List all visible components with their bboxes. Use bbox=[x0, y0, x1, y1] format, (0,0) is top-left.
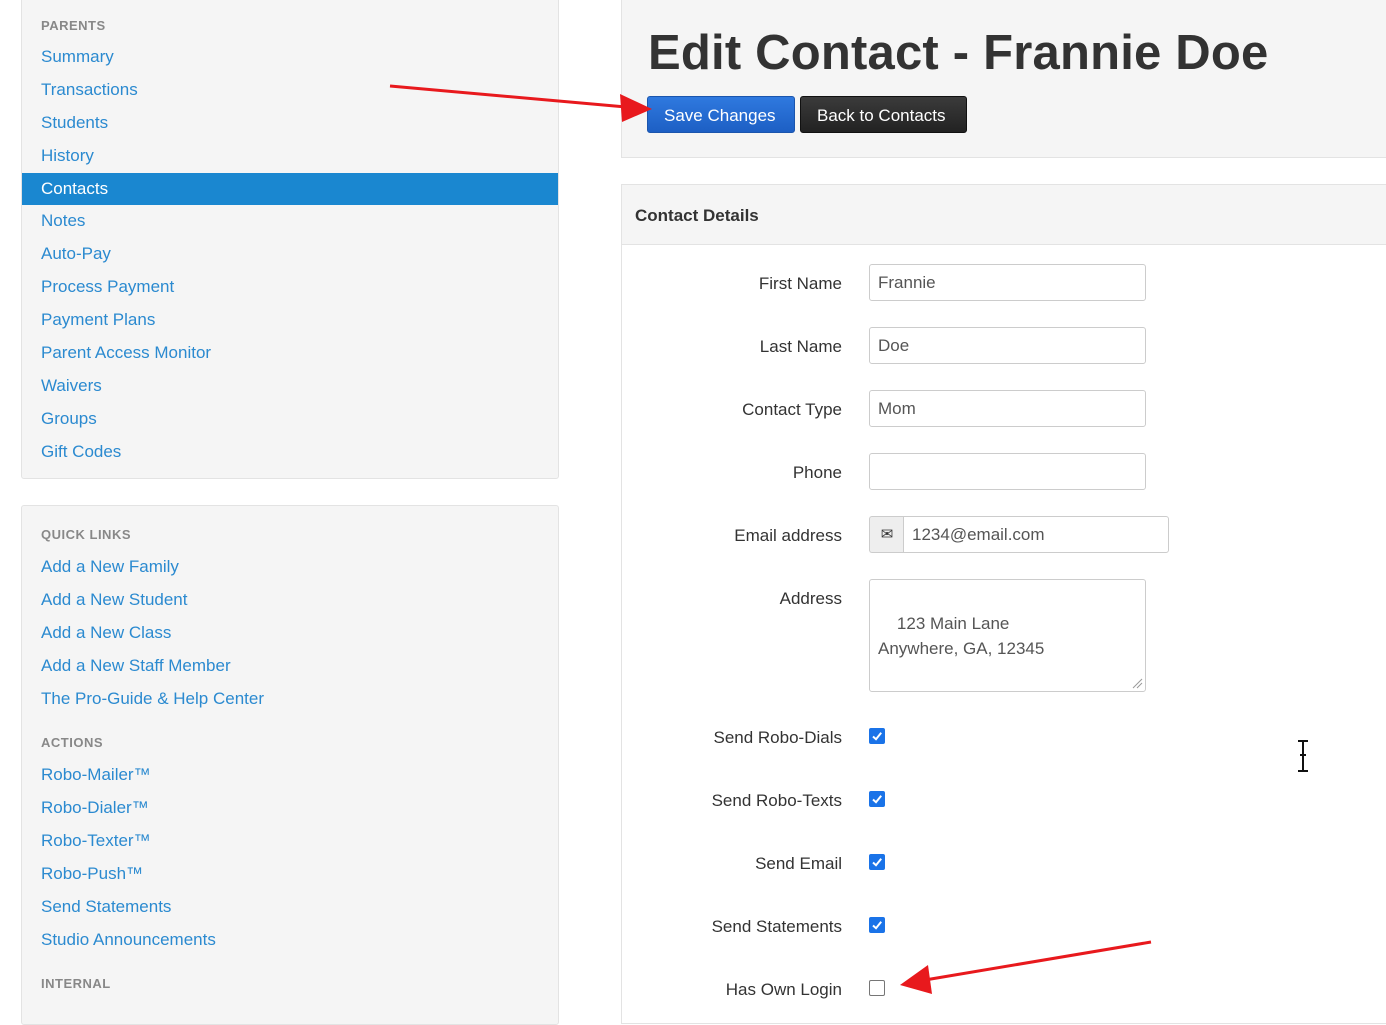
quick-link-add-student[interactable]: Add a New Student bbox=[22, 584, 558, 616]
sidebar-item-waivers[interactable]: Waivers bbox=[22, 370, 558, 402]
action-send-statements[interactable]: Send Statements bbox=[22, 891, 558, 923]
sidebar-item-notes[interactable]: Notes bbox=[22, 205, 558, 237]
resize-grip-icon[interactable] bbox=[1131, 677, 1143, 689]
sidebar-item-auto-pay[interactable]: Auto-Pay bbox=[22, 238, 558, 270]
sidebar-quick-links-panel: QUICK LINKS Add a New Family Add a New S… bbox=[21, 505, 559, 1025]
sidebar-quick-links-heading: QUICK LINKS bbox=[41, 527, 131, 542]
sidebar-actions-heading: ACTIONS bbox=[41, 735, 103, 750]
send-statements-label: Send Statements bbox=[711, 917, 842, 936]
sidebar-parents-heading: PARENTS bbox=[41, 18, 106, 33]
phone-label: Phone bbox=[792, 463, 842, 482]
send-statements-checkbox[interactable] bbox=[869, 917, 885, 933]
back-to-contacts-button[interactable]: Back to Contacts bbox=[800, 96, 967, 133]
quick-link-pro-guide[interactable]: The Pro-Guide & Help Center bbox=[22, 683, 558, 715]
action-robo-dialer[interactable]: Robo-Dialer™ bbox=[22, 792, 558, 824]
sidebar-item-parent-access-monitor[interactable]: Parent Access Monitor bbox=[22, 337, 558, 369]
checkmark-icon bbox=[872, 795, 882, 804]
phone-input[interactable] bbox=[869, 453, 1146, 490]
robo-texts-checkbox[interactable] bbox=[869, 791, 885, 807]
quick-link-add-family[interactable]: Add a New Family bbox=[22, 551, 558, 583]
contact-type-label: Contact Type bbox=[742, 400, 842, 419]
send-email-label: Send Email bbox=[755, 854, 842, 873]
sidebar-item-students[interactable]: Students bbox=[22, 107, 558, 139]
address-label: Address bbox=[779, 589, 842, 608]
action-robo-push[interactable]: Robo-Push™ bbox=[22, 858, 558, 890]
sidebar-item-process-payment[interactable]: Process Payment bbox=[22, 271, 558, 303]
quick-link-add-class[interactable]: Add a New Class bbox=[22, 617, 558, 649]
email-input[interactable]: 1234@email.com bbox=[903, 516, 1169, 553]
save-changes-button[interactable]: Save Changes bbox=[647, 96, 795, 133]
sidebar-internal-heading: INTERNAL bbox=[41, 976, 111, 991]
checkmark-icon bbox=[872, 858, 882, 867]
sidebar-item-groups[interactable]: Groups bbox=[22, 403, 558, 435]
has-own-login-label: Has Own Login bbox=[725, 980, 842, 999]
action-studio-announcements[interactable]: Studio Announcements bbox=[22, 924, 558, 956]
send-email-checkbox[interactable] bbox=[869, 854, 885, 870]
contact-type-input[interactable]: Mom bbox=[869, 390, 1146, 427]
last-name-label: Last Name bbox=[759, 337, 842, 356]
action-robo-mailer[interactable]: Robo-Mailer™ bbox=[22, 759, 558, 791]
first-name-input[interactable]: Frannie bbox=[869, 264, 1146, 301]
last-name-input[interactable]: Doe bbox=[869, 327, 1146, 364]
robo-dials-checkbox[interactable] bbox=[869, 728, 885, 744]
contact-details-header: Contact Details bbox=[622, 185, 1386, 245]
text-cursor-icon bbox=[1298, 740, 1308, 772]
first-name-label: First Name bbox=[758, 274, 842, 293]
robo-texts-label: Send Robo-Texts bbox=[711, 791, 842, 810]
checkmark-icon bbox=[872, 921, 882, 930]
contact-details-title: Contact Details bbox=[635, 206, 759, 225]
address-textarea[interactable]: 123 Main Lane Anywhere, GA, 12345 bbox=[869, 579, 1146, 692]
sidebar-item-transactions[interactable]: Transactions bbox=[22, 74, 558, 106]
quick-link-add-staff-member[interactable]: Add a New Staff Member bbox=[22, 650, 558, 682]
contact-details-panel: Contact Details First Name Frannie Last … bbox=[621, 184, 1386, 1024]
email-label: Email address bbox=[734, 526, 842, 545]
sidebar-item-gift-codes[interactable]: Gift Codes bbox=[22, 436, 558, 468]
page-header: Edit Contact - Frannie Doe Save Changes … bbox=[621, 0, 1386, 158]
action-robo-texter[interactable]: Robo-Texter™ bbox=[22, 825, 558, 857]
sidebar-item-contacts[interactable]: Contacts bbox=[22, 173, 558, 205]
sidebar-item-history[interactable]: History bbox=[22, 140, 558, 172]
sidebar-parents-panel: PARENTS Summary Transactions Students Hi… bbox=[21, 0, 559, 479]
sidebar-item-payment-plans[interactable]: Payment Plans bbox=[22, 304, 558, 336]
robo-dials-label: Send Robo-Dials bbox=[713, 728, 842, 747]
page-title: Edit Contact - Frannie Doe bbox=[648, 26, 1269, 80]
sidebar-item-summary[interactable]: Summary bbox=[22, 41, 558, 73]
has-own-login-checkbox[interactable] bbox=[869, 980, 885, 996]
address-text: 123 Main Lane Anywhere, GA, 12345 bbox=[878, 614, 1045, 658]
checkmark-icon bbox=[872, 732, 882, 741]
envelope-icon: ✉ bbox=[869, 516, 904, 553]
